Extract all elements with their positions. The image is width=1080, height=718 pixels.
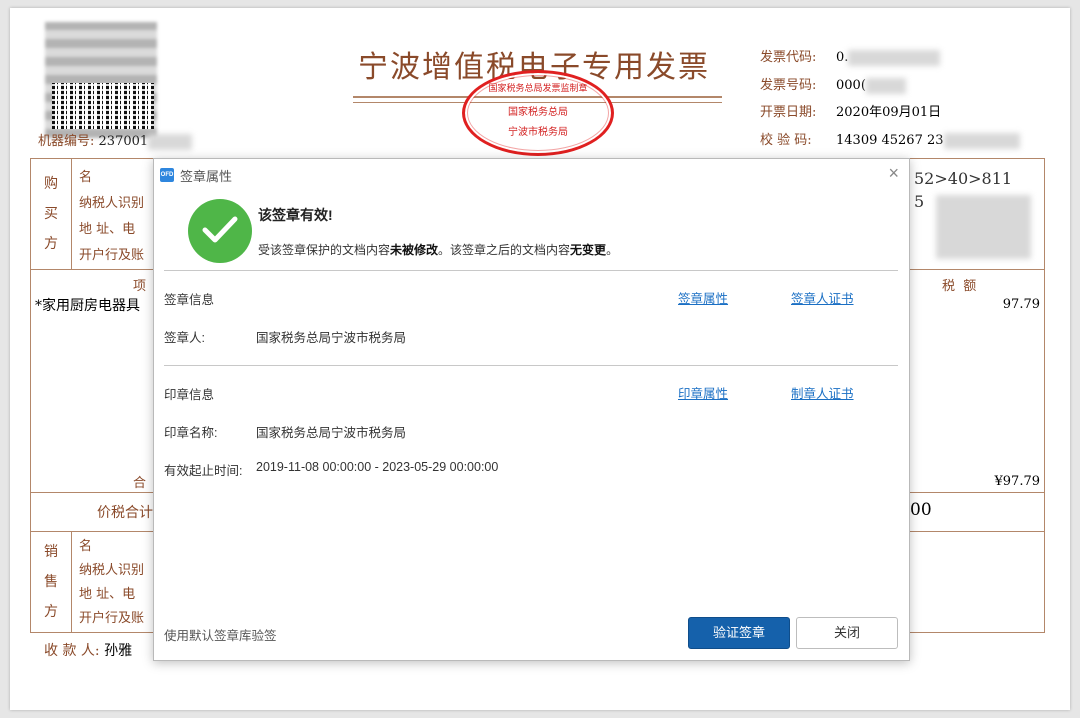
seal-outer-text: 国家税务总局发票监制章	[488, 84, 588, 94]
qr-code	[52, 83, 154, 129]
divider	[164, 365, 898, 366]
meta-invoice-number: 发票号码: 000(	[760, 74, 906, 94]
close-button[interactable]: 关闭	[796, 617, 898, 649]
machine-number-value: 237001	[98, 134, 149, 149]
cipher-redaction	[936, 195, 1031, 259]
dialog-titlebar: OFD 签章属性	[160, 165, 232, 185]
buyer-field-labels: 名纳税人识别地 址、电 开户行及账	[79, 170, 145, 263]
redaction	[148, 133, 193, 150]
seller-field-labels: 名纳税人识别地 址、电 开户行及账	[79, 539, 145, 626]
total-label: 合	[133, 476, 147, 491]
seal-name-value: 国家税务总局宁波市税务局	[256, 426, 407, 440]
official-seal: 国家税务总局发票监制章 国家税务总局 宁波市税务局	[462, 70, 614, 156]
meta-check-code: 校 验 码: 14309 45267 23	[760, 129, 1020, 149]
total-tax: ¥97.79	[994, 474, 1041, 489]
verify-signature-button[interactable]: 验证签章	[688, 617, 790, 649]
validity-value: 2019-11-08 00:00:00 - 2023-05-29 00:00:0…	[256, 460, 499, 474]
seal-inner-text: 宁波市税务局	[508, 127, 568, 138]
machine-number: 机器编号: 237001	[38, 130, 193, 150]
check-circle-icon	[188, 199, 252, 263]
item-header: 项	[133, 279, 147, 294]
seller-vlabel: 销售方	[44, 544, 58, 620]
seal-properties-link[interactable]: 印章属性	[678, 383, 728, 402]
payee: 收 款 人: 孙雅	[44, 643, 133, 659]
price-total-value: 00	[910, 500, 932, 520]
dialog-title: 签章属性	[180, 168, 233, 184]
cipher-text: 52>40>811	[914, 169, 1013, 188]
close-icon[interactable]: ×	[888, 163, 899, 183]
ofd-app-icon: OFD	[160, 168, 174, 182]
cipher-text-2: 5	[914, 192, 925, 211]
validity-label: 有效起止时间:	[164, 464, 243, 478]
signer-label: 签章人:	[164, 331, 205, 345]
divider	[164, 270, 898, 271]
tax-header: 税 额	[942, 279, 977, 294]
meta-invoice-date: 开票日期: 2020年09月01日	[760, 105, 942, 120]
item-name: *家用厨房电器具	[35, 298, 140, 314]
valid-status-description: 受该签章保护的文档内容未被修改。该签章之后的文档内容无变更。	[258, 243, 619, 257]
default-signature-library-note: 使用默认签章库验签	[164, 629, 277, 643]
buyer-vlabel: 购买方	[44, 176, 58, 252]
signature-properties-link[interactable]: 签章属性	[678, 288, 728, 307]
signature-info-heading: 签章信息	[164, 293, 215, 307]
valid-status-title: 该签章有效!	[258, 207, 333, 223]
seal-middle-text: 国家税务总局	[508, 107, 568, 118]
price-total-label: 价税合计	[97, 505, 153, 521]
signer-value: 国家税务总局宁波市税务局	[256, 331, 407, 345]
signature-properties-dialog: OFD 签章属性 × 该签章有效! 受该签章保护的文档内容未被修改。该签章之后的…	[153, 158, 910, 661]
signer-certificate-link[interactable]: 签章人证书	[791, 288, 854, 307]
tax-value: 97.79	[1002, 297, 1040, 312]
seal-name-label: 印章名称:	[164, 426, 218, 440]
meta-invoice-code: 发票代码: 0.	[760, 46, 941, 66]
seal-maker-certificate-link[interactable]: 制章人证书	[791, 383, 854, 402]
seal-info-heading: 印章信息	[164, 388, 215, 402]
